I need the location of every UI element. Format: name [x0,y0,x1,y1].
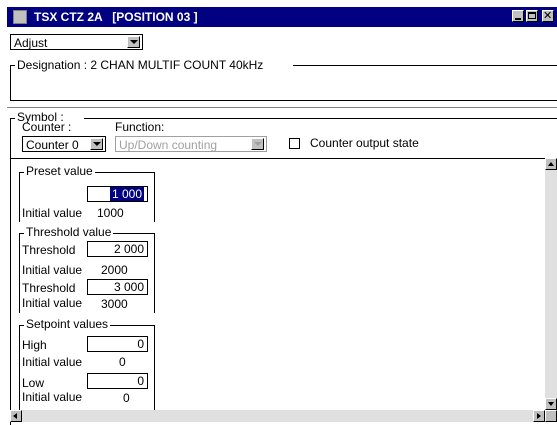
mode-select-value: Adjust [14,36,48,50]
symbol-border-vert [10,118,11,158]
threshold2-field[interactable]: 3 000 [87,279,148,295]
preset-initial-value: 1000 [97,206,124,220]
setpoint-low-initial-value: 0 [123,391,130,405]
threshold1-initial-label: Initial value [22,263,83,277]
separator [7,107,557,108]
mode-select[interactable]: Adjust [10,34,143,50]
designation-border-right [293,65,557,66]
chevron-down-icon[interactable] [251,138,264,150]
preset-initial-label: Initial value [22,206,83,220]
window-titlebar[interactable]: TSX CTZ 2A [POSITION 03 ] ✕ [7,7,557,27]
counter-label: Counter : [22,120,72,134]
function-select[interactable]: Up/Down counting [115,136,267,152]
counter-select[interactable]: Counter 0 [22,136,106,152]
setpoint-low-field[interactable]: 0 [87,373,148,389]
close-icon[interactable]: ✕ [542,10,554,22]
horizontal-scrollbar[interactable] [10,410,545,422]
threshold-title: Threshold value [24,225,114,239]
scroll-left-icon[interactable] [10,410,22,422]
counter-select-value: Counter 0 [26,138,79,152]
maximize-icon[interactable] [526,10,538,22]
threshold1-initial-value: 2000 [101,263,128,277]
threshold1-label: Threshold [22,243,76,257]
preset-value-field[interactable]: 1 000 [87,186,148,202]
window-title: TSX CTZ 2A [POSITION 03 ] [34,10,198,24]
setpoint-low-label: Low [22,376,45,390]
preset-title: Preset value [24,164,95,178]
threshold2-label: Threshold [22,281,76,295]
counter-output-checkbox[interactable] [289,138,300,149]
minimize-icon[interactable] [512,10,524,22]
setpoint-high-label: High [22,338,47,352]
window-icon [13,10,27,24]
designation-border-left [10,65,15,66]
setpoint-high-initial-value: 0 [119,355,126,369]
vertical-scrollbar[interactable] [545,158,557,410]
scroll-down-icon[interactable] [545,398,557,410]
function-select-value: Up/Down counting [119,138,218,152]
scroll-right-icon[interactable] [533,410,545,422]
symbol-border-right [84,118,557,119]
window-client: Adjust Designation : 2 CHAN MULTIF COUNT… [7,27,557,425]
size-grip-icon[interactable] [545,410,557,422]
chevron-down-icon[interactable] [90,138,103,150]
threshold2-initial-label: Initial value [22,296,83,310]
scroll-up-icon[interactable] [545,158,557,170]
threshold1-field[interactable]: 2 000 [87,241,148,257]
chevron-down-icon[interactable] [127,36,140,48]
function-label: Function: [115,120,165,134]
setpoint-high-field[interactable]: 0 [87,336,148,352]
counter-output-label: Counter output state [310,136,419,150]
setpoint-high-initial-label: Initial value [22,355,83,369]
threshold2-initial-value: 3000 [101,297,128,311]
setpoint-low-initial-label: Initial value [22,390,83,404]
setpoint-title: Setpoint values [24,317,111,331]
designation-text: Designation : 2 CHAN MULTIF COUNT 40kHz [17,58,264,72]
